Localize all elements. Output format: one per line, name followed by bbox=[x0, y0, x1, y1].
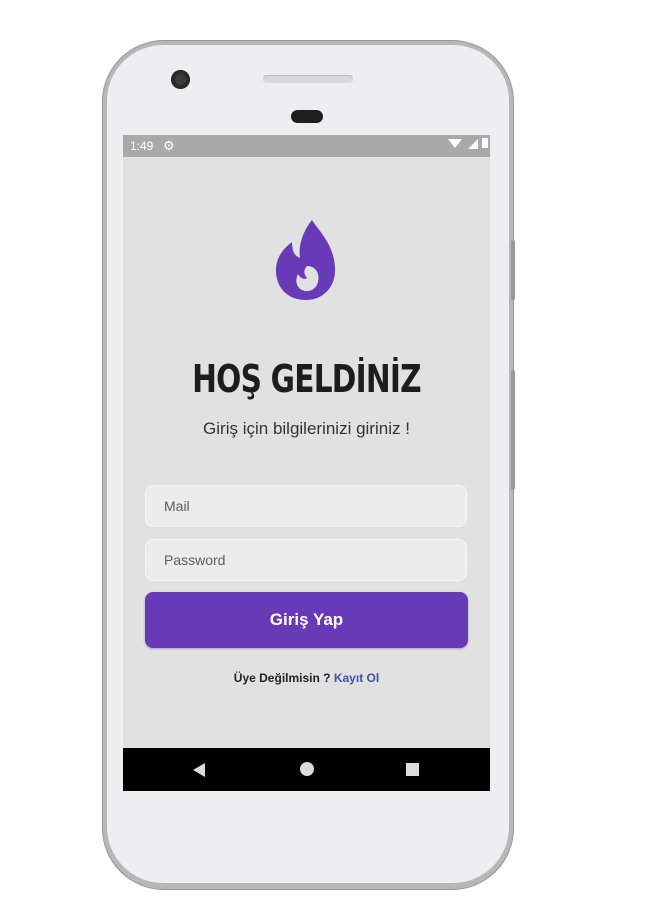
gear-icon: ⚙ bbox=[163, 138, 175, 153]
page-subtitle: Giriş için bilgilerinizi giriniz ! bbox=[203, 419, 410, 438]
status-time: 1:49 bbox=[130, 139, 154, 153]
proximity-sensor bbox=[291, 110, 323, 123]
status-bar: 1:49 ⚙ bbox=[123, 135, 490, 157]
register-question: Üye Değilmisin ? bbox=[233, 671, 331, 685]
wifi-icon bbox=[448, 139, 462, 148]
phone-side-button bbox=[511, 240, 515, 300]
login-button[interactable]: Giriş Yap bbox=[145, 592, 468, 648]
battery-icon bbox=[482, 138, 488, 148]
app-screen: 1:49 ⚙ HOŞ GELDİNİZ Giriş için bilgileri… bbox=[123, 135, 490, 791]
register-link[interactable]: Kayıt Ol bbox=[334, 671, 379, 685]
earpiece-speaker bbox=[263, 75, 353, 83]
phone-volume-button bbox=[511, 370, 515, 490]
password-field[interactable] bbox=[145, 539, 467, 581]
signal-icon bbox=[468, 139, 478, 149]
register-prompt: Üye Değilmisin ? Kayıt Ol bbox=[123, 671, 490, 685]
page-title: HOŞ GELDİNİZ bbox=[192, 357, 422, 401]
back-triangle-icon[interactable] bbox=[193, 763, 205, 777]
mail-field[interactable] bbox=[145, 485, 467, 527]
navigation-bar bbox=[123, 748, 490, 791]
home-circle-icon[interactable] bbox=[300, 762, 314, 776]
front-camera bbox=[171, 70, 190, 89]
flame-icon bbox=[275, 220, 336, 300]
recents-square-icon[interactable] bbox=[406, 763, 419, 776]
